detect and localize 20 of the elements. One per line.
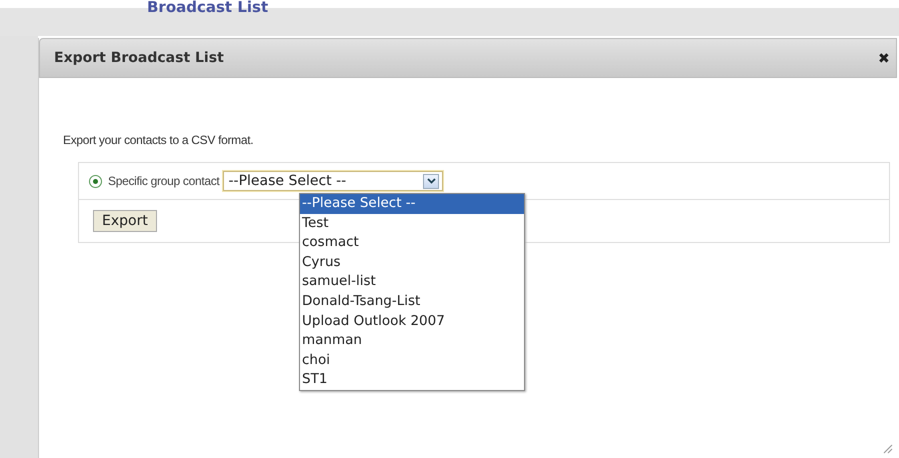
dropdown-option[interactable]: choi (300, 350, 524, 370)
option-label: Specific group contact (108, 174, 220, 188)
dropdown-option[interactable]: Cyrus (300, 252, 524, 272)
radio-button[interactable] (89, 174, 102, 188)
dropdown-option[interactable]: ST1 (300, 370, 524, 390)
page-heading: Broadcast List (146, 0, 268, 18)
intro-text: Export your contacts to a CSV format. (63, 133, 254, 147)
export-button[interactable]: Export (93, 210, 157, 232)
dropdown-option[interactable]: Upload Outlook 2007 (300, 312, 524, 332)
dropdown-option[interactable]: Donald-Tsang-List (300, 292, 524, 312)
dialog-title: Export Broadcast List (54, 50, 224, 66)
dropdown-option[interactable]: samuel-list (300, 272, 524, 292)
dropdown-icon (423, 174, 440, 188)
dropdown-option[interactable]: manman (300, 331, 524, 351)
close-button[interactable]: ✖ (878, 50, 890, 66)
resize-grip-icon[interactable] (883, 444, 893, 454)
dropdown-option[interactable]: --Please Select -- (300, 194, 524, 214)
group-select[interactable]: --Please Select -- (223, 171, 444, 191)
dropdown-option[interactable]: Test (300, 214, 524, 234)
dropdown-option[interactable]: cosmact (300, 233, 524, 253)
